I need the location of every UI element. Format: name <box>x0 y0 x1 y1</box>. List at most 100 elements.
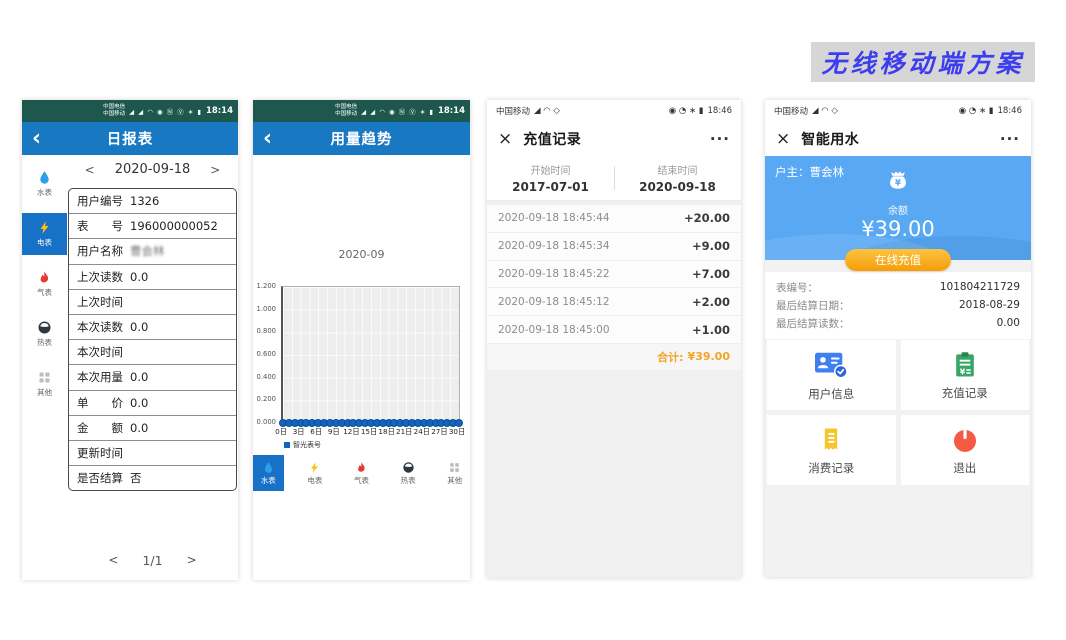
tab-electric[interactable]: 电表 <box>300 455 331 491</box>
info-label: 最后结算读数： <box>776 316 850 331</box>
field-value: 曹会林 <box>130 243 165 259</box>
grid-item-recharge-record[interactable]: ¥充值记录 <box>901 340 1030 410</box>
field-label: 单 价 <box>77 395 123 411</box>
heat-meter-icon <box>37 320 52 335</box>
grid-item-label: 退出 <box>953 460 976 476</box>
record-time: 2020-09-18 18:45:22 <box>498 268 610 280</box>
table-row: 本次时间 <box>69 339 236 364</box>
water-drop-icon <box>262 461 275 474</box>
status-icons: ◉ ◔ ∗ ▮ <box>669 106 704 116</box>
carrier-2: 中国移动 <box>335 111 357 118</box>
field-label: 金 额 <box>77 420 123 436</box>
y-axis-tick-label: 0.400 <box>257 373 276 381</box>
data-point <box>455 419 463 427</box>
flame-icon <box>355 461 368 474</box>
record-amount: +2.00 <box>692 295 730 309</box>
field-value: 0.0 <box>130 370 148 384</box>
field-value: 否 <box>130 470 142 486</box>
carrier-1: 中国电信 <box>103 104 125 111</box>
grid-item-user-info[interactable]: 用户信息 <box>767 340 896 410</box>
end-date-filter[interactable]: 结束时间 2020-09-18 <box>614 156 741 200</box>
back-icon[interactable]: ‹ <box>263 125 272 153</box>
carrier-1: 中国电信 <box>335 104 357 111</box>
record-amount: +7.00 <box>692 267 730 281</box>
back-icon[interactable]: ‹ <box>32 125 41 153</box>
field-label: 上次时间 <box>77 294 123 310</box>
x-axis-tick-label: 0日 <box>275 427 287 437</box>
balance-label: 余额 <box>888 202 908 217</box>
sidebar-item-gas[interactable]: 气表 <box>22 263 67 305</box>
x-axis-tick-label: 12日 <box>343 427 359 437</box>
tab-other[interactable]: 其他 <box>439 455 470 491</box>
total-label: 合计: <box>657 349 683 365</box>
close-icon[interactable]: × <box>498 131 512 148</box>
sidebar-item-label: 热表 <box>37 337 52 348</box>
date-selector: < 2020-09-18 > <box>67 162 238 177</box>
balance-block: ¥ 余额 ¥39.00 <box>765 167 1031 241</box>
close-icon[interactable]: × <box>776 131 790 148</box>
header-bar: × 充值记录 ··· <box>487 122 741 156</box>
online-recharge-button[interactable]: 在线充值 <box>845 249 951 271</box>
tab-label: 水表 <box>261 475 276 486</box>
field-label: 用户编号 <box>77 193 123 209</box>
meter-info-card: 表编号：101804211729最后结算日期：2018-08-29最后结算读数：… <box>765 272 1031 339</box>
header-bar: × 智能用水 ··· <box>765 122 1031 156</box>
grid-item-label: 充值记录 <box>942 385 988 401</box>
page-title: 日报表 <box>22 128 238 149</box>
carrier-labels: 中国电信 中国移动 <box>335 104 357 117</box>
prev-date-arrow[interactable]: < <box>85 163 95 177</box>
grid-icon <box>37 370 52 385</box>
prev-page-arrow[interactable]: < <box>108 553 118 568</box>
meter-info-row: 最后结算读数： 0.00 <box>776 314 1020 332</box>
end-date-value: 2020-09-18 <box>639 180 716 194</box>
record-time: 2020-09-18 18:45:44 <box>498 212 610 224</box>
field-label: 上次读数 <box>77 269 123 285</box>
info-label: 最后结算日期： <box>776 298 850 313</box>
end-date-label: 结束时间 <box>658 162 698 177</box>
status-bar: 中国电信 中国移动 ◢ ◢ ◠ ◉ Ⓝ Ⓥ ∗ ▮ 18:14 <box>22 100 238 122</box>
sidebar-item-electric[interactable]: 电表 <box>22 213 67 255</box>
carrier-2: 中国移动 <box>103 111 125 118</box>
status-left: 中国移动 ◢ ◠ ◇ <box>496 105 560 117</box>
recharge-record-row: 2020-09-18 18:45:44+20.00 <box>487 205 741 233</box>
y-axis-tick-label: 0.600 <box>257 350 276 358</box>
grid-item-logout[interactable]: 退出 <box>901 415 1030 485</box>
info-label: 表编号： <box>776 280 818 295</box>
table-row: 本次读数0.0 <box>69 314 236 339</box>
carrier-label: 中国移动 <box>496 105 530 117</box>
field-label: 本次用量 <box>77 369 123 385</box>
recharge-record-row: 2020-09-18 18:45:34+9.00 <box>487 233 741 261</box>
y-axis-tick-label: 1.000 <box>257 305 276 313</box>
x-axis-tick-label: 6日 <box>310 427 322 437</box>
x-axis-tick-label: 3日 <box>293 427 305 437</box>
next-date-arrow[interactable]: > <box>210 163 220 177</box>
tab-gas[interactable]: 气表 <box>346 455 377 491</box>
info-value: 0.00 <box>997 317 1020 329</box>
meter-type-tabs: 水表 电表 气表热表其他 <box>253 455 470 491</box>
x-axis-tick-label: 18日 <box>378 427 394 437</box>
x-axis-labels: 0日3日6日9日12日15日18日21日24日27日30日 <box>281 427 457 437</box>
flame-icon <box>37 270 52 285</box>
tab-label: 电表 <box>307 475 322 486</box>
x-axis-tick-label: 30日 <box>449 427 465 437</box>
sidebar-item-other[interactable]: 其他 <box>22 363 67 405</box>
selected-date[interactable]: 2020-09-18 <box>115 162 191 177</box>
sidebar-item-water[interactable]: 水表 <box>22 163 67 205</box>
page-title: 充值记录 <box>523 129 581 149</box>
more-menu-icon[interactable]: ··· <box>1000 130 1020 148</box>
next-page-arrow[interactable]: > <box>187 553 197 568</box>
start-date-filter[interactable]: 开始时间 2017-07-01 <box>487 156 614 200</box>
tab-heat[interactable]: 热表 <box>393 455 424 491</box>
field-value: 0.0 <box>130 396 148 410</box>
sidebar-item-heat[interactable]: 热表 <box>22 313 67 355</box>
sidebar-item-label: 其他 <box>37 387 52 398</box>
field-label: 表 号 <box>77 218 123 234</box>
grid-item-consumption-record[interactable]: 消费记录 <box>767 415 896 485</box>
meter-info-row: 最后结算日期：2018-08-29 <box>776 296 1020 314</box>
tab-water[interactable]: 水表 <box>253 455 284 491</box>
more-menu-icon[interactable]: ··· <box>710 130 730 148</box>
x-axis-tick-label: 9日 <box>328 427 340 437</box>
title-plate-text: 无线移动端方案 <box>821 44 1024 80</box>
pagination: < 1/1 > <box>67 553 238 568</box>
x-axis-tick-label: 27日 <box>431 427 447 437</box>
